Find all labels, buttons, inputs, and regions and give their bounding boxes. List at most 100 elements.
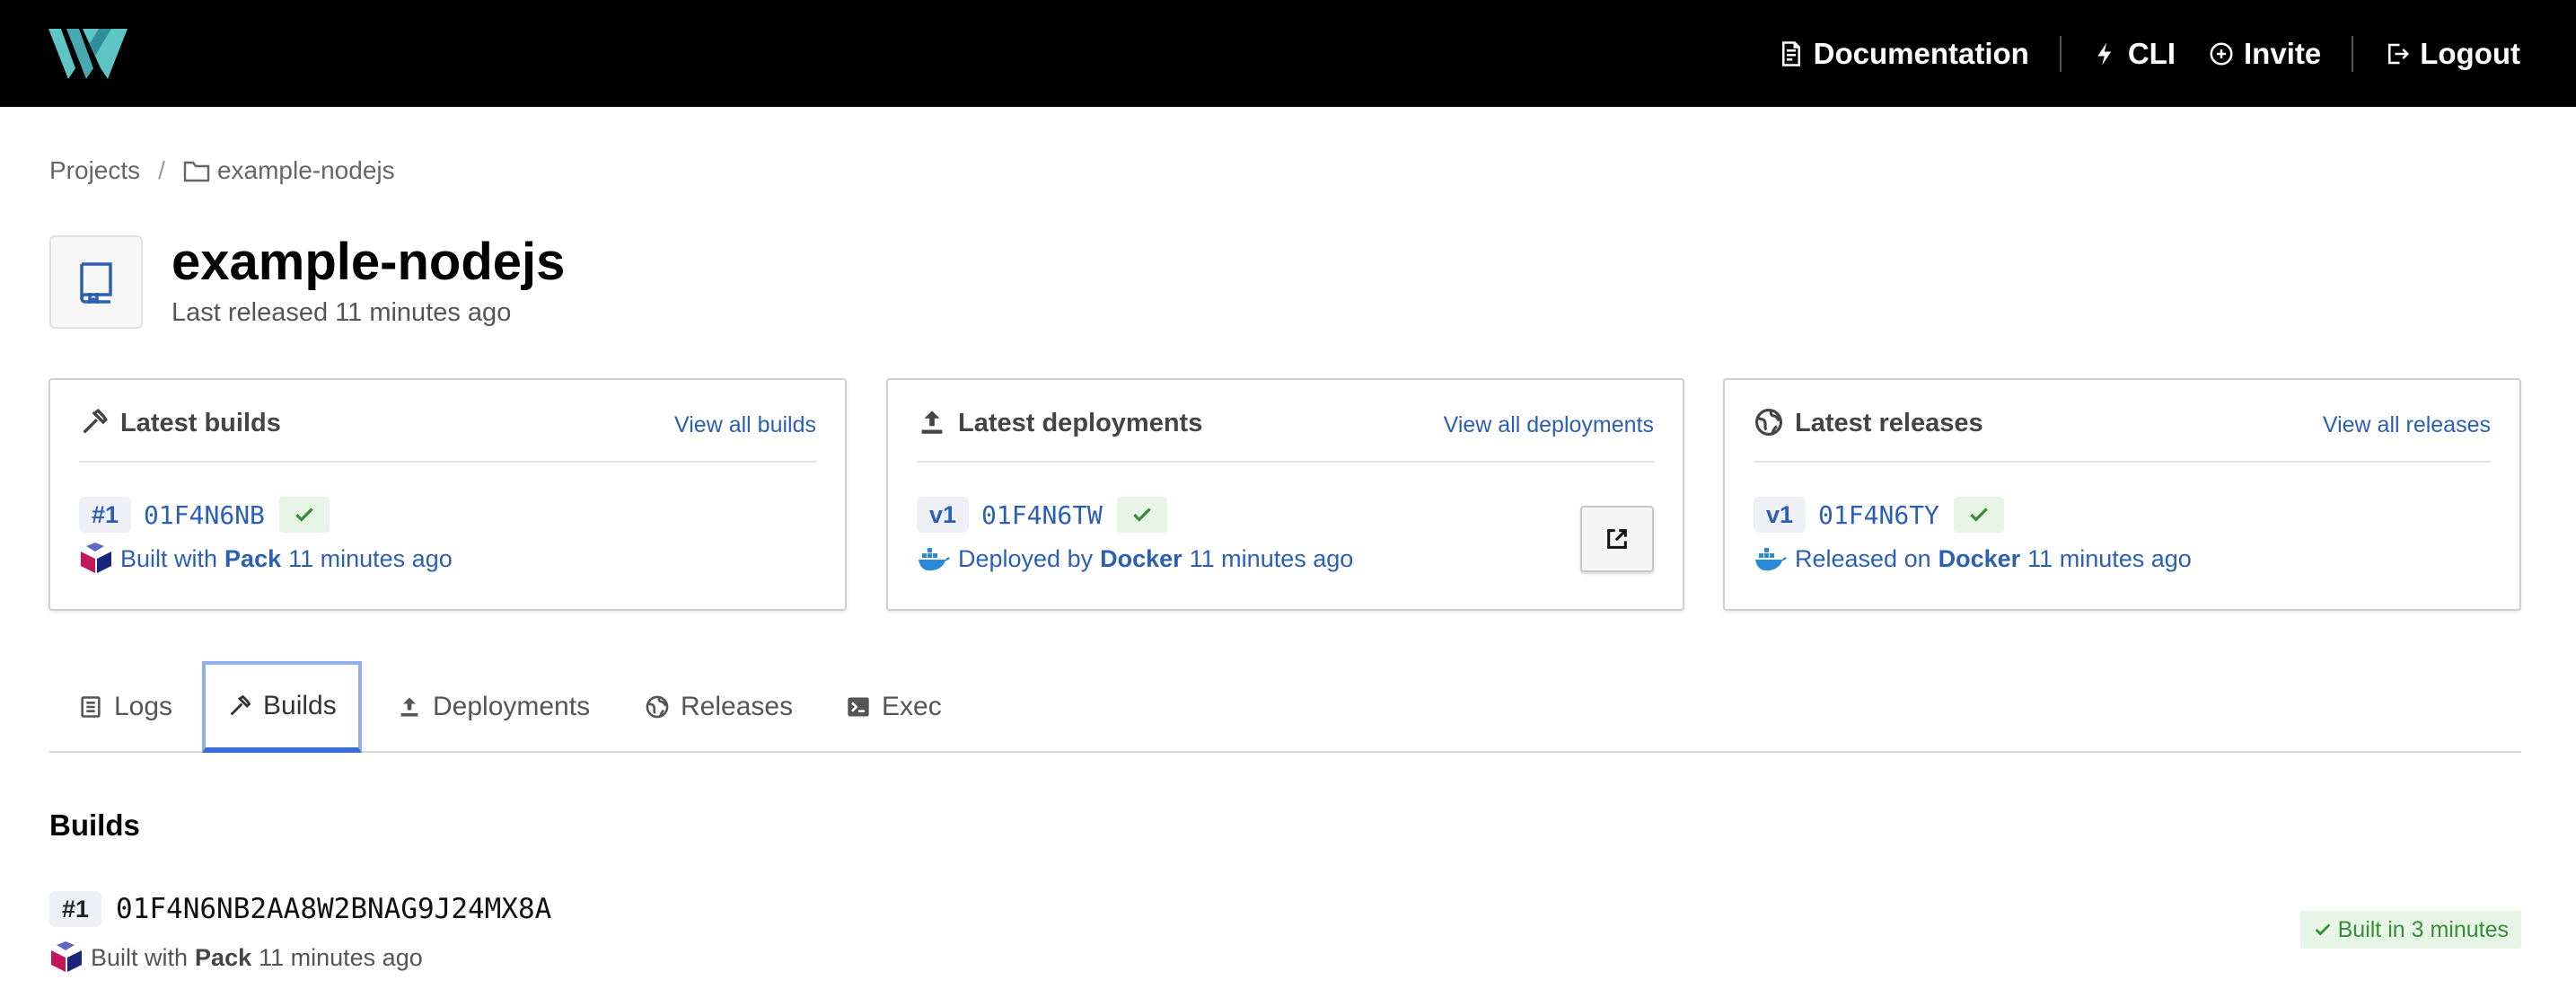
build-hash[interactable]: 01F4N6NB2AA8W2BNAG9J24MX8A bbox=[116, 893, 551, 925]
meta-prefix: Deployed by bbox=[958, 544, 1094, 572]
build-list-item[interactable]: #1 01F4N6NB2AA8W2BNAG9J24MX8A Built with… bbox=[49, 887, 2521, 977]
lightning-icon bbox=[2097, 42, 2112, 65]
tab-label: Deployments bbox=[433, 692, 591, 721]
view-all-builds-link[interactable]: View all builds bbox=[674, 412, 816, 438]
logout-icon bbox=[2388, 43, 2410, 64]
tab-label: Logs bbox=[114, 692, 173, 721]
nav-divider bbox=[2352, 35, 2354, 72]
breadcrumb-projects[interactable]: Projects bbox=[49, 156, 140, 185]
hammer-icon bbox=[83, 409, 108, 434]
builds-section-title: Builds bbox=[49, 808, 140, 842]
deployment-meta: Deployed by Docker 11 minutes ago bbox=[917, 543, 1353, 575]
tab-label: Builds bbox=[263, 691, 337, 720]
nav-divider bbox=[2059, 35, 2062, 72]
docker-icon bbox=[1755, 548, 1787, 571]
meta-time: 11 minutes ago bbox=[259, 943, 423, 971]
release-id[interactable]: 01F4N6TY bbox=[1818, 500, 1939, 530]
check-icon bbox=[295, 508, 313, 522]
last-released-text: Last released 11 minutes ago bbox=[171, 298, 512, 327]
breadcrumb-separator: / bbox=[158, 156, 165, 184]
meta-tool: Docker bbox=[1100, 544, 1182, 572]
card-header: Latest releases View all releases bbox=[1754, 405, 2491, 463]
logout-link[interactable]: Logout bbox=[2384, 37, 2520, 71]
documentation-link[interactable]: Documentation bbox=[1778, 37, 2029, 71]
external-link-icon bbox=[1607, 529, 1627, 549]
waypoint-logo-icon[interactable] bbox=[48, 29, 127, 79]
top-navbar: Documentation CLI Invite Logout bbox=[0, 0, 2576, 107]
build-id-row[interactable]: #1 01F4N6NB bbox=[79, 496, 330, 534]
tab-label: Releases bbox=[681, 692, 794, 721]
meta-time: 11 minutes ago bbox=[2027, 544, 2192, 572]
latest-releases-card: Latest releases View all releases v1 01F… bbox=[1723, 378, 2521, 611]
tab-exec[interactable]: Exec bbox=[846, 661, 942, 753]
release-version-badge: v1 bbox=[1754, 497, 1807, 533]
deployment-id-row[interactable]: v1 01F4N6TW bbox=[917, 496, 1167, 534]
docker-icon bbox=[919, 548, 950, 571]
check-icon bbox=[1970, 508, 1988, 522]
build-meta: Built with Pack 11 minutes ago bbox=[79, 543, 453, 575]
globe-icon bbox=[646, 695, 669, 719]
build-id[interactable]: 01F4N6NB bbox=[144, 500, 265, 530]
card-header: Latest deployments View all deployments bbox=[917, 405, 1654, 463]
invite-label: Invite bbox=[2244, 36, 2322, 70]
meta-tool: Docker bbox=[1938, 544, 2021, 572]
meta-tool: Pack bbox=[195, 943, 252, 971]
success-check bbox=[278, 497, 330, 533]
build-number-badge: #1 bbox=[79, 497, 132, 533]
plus-circle-icon bbox=[2210, 42, 2233, 65]
meta-time: 11 minutes ago bbox=[1189, 544, 1354, 572]
logout-label: Logout bbox=[2420, 36, 2520, 70]
meta-prefix: Built with bbox=[91, 943, 189, 971]
upload-icon bbox=[921, 411, 943, 434]
pack-logo-icon bbox=[51, 941, 82, 972]
globe-icon bbox=[1754, 408, 1783, 437]
card-title: Latest deployments bbox=[958, 409, 1203, 437]
page-title: example-nodejs bbox=[171, 233, 566, 291]
view-all-releases-link[interactable]: View all releases bbox=[2323, 412, 2491, 438]
build-id-line: #1 01F4N6NB2AA8W2BNAG9J24MX8A bbox=[49, 891, 551, 927]
release-id-row[interactable]: v1 01F4N6TY bbox=[1754, 496, 2004, 534]
open-deployment-button[interactable] bbox=[1580, 506, 1654, 572]
terminal-icon bbox=[848, 697, 869, 717]
check-icon bbox=[1133, 508, 1151, 522]
breadcrumb: Projects / example-nodejs bbox=[49, 156, 395, 185]
latest-builds-card: Latest builds View all builds #1 01F4N6N… bbox=[48, 378, 847, 611]
card-title: Latest releases bbox=[1795, 409, 1983, 437]
check-icon bbox=[2315, 923, 2330, 936]
document-icon bbox=[1781, 40, 1800, 66]
cli-link[interactable]: CLI bbox=[2092, 37, 2176, 71]
deployment-version-badge: v1 bbox=[917, 497, 970, 533]
tab-deployments[interactable]: Deployments bbox=[397, 661, 590, 753]
list-document-icon bbox=[81, 696, 101, 718]
breadcrumb-current[interactable]: example-nodejs bbox=[217, 156, 395, 185]
folder-icon bbox=[183, 161, 210, 182]
success-check bbox=[1116, 497, 1167, 533]
card-header: Latest builds View all builds bbox=[79, 405, 816, 463]
hammer-icon bbox=[230, 694, 251, 716]
latest-deployments-card: Latest deployments View all deployments … bbox=[886, 378, 1684, 611]
project-icon-box bbox=[49, 235, 143, 329]
invite-link[interactable]: Invite bbox=[2208, 37, 2321, 71]
meta-prefix: Released on bbox=[1795, 544, 1931, 572]
status-badge: Built in 3 minutes bbox=[2299, 911, 2521, 949]
book-icon bbox=[80, 262, 112, 304]
success-check bbox=[1953, 497, 2004, 533]
meta-tool: Pack bbox=[224, 544, 282, 572]
build-meta: Built with Pack 11 minutes ago bbox=[49, 941, 423, 974]
card-title: Latest builds bbox=[120, 409, 281, 437]
status-text: Built in 3 minutes bbox=[2337, 916, 2509, 942]
top-nav-links: Documentation CLI Invite Logout bbox=[1778, 0, 2520, 107]
meta-prefix: Built with bbox=[120, 544, 218, 572]
cli-label: CLI bbox=[2127, 36, 2176, 70]
release-meta: Released on Docker 11 minutes ago bbox=[1754, 543, 2192, 575]
view-all-deployments-link[interactable]: View all deployments bbox=[1444, 412, 1654, 438]
deployment-id[interactable]: 01F4N6TW bbox=[981, 500, 1103, 530]
project-tabs: Logs Builds Deployments Releases Exec bbox=[49, 661, 2521, 753]
tab-builds[interactable]: Builds bbox=[202, 661, 362, 753]
tab-logs[interactable]: Logs bbox=[78, 661, 172, 753]
upload-icon bbox=[400, 697, 418, 717]
documentation-label: Documentation bbox=[1813, 36, 2029, 70]
tab-releases[interactable]: Releases bbox=[645, 661, 793, 753]
build-number-badge: #1 bbox=[49, 891, 102, 927]
pack-logo-icon bbox=[81, 543, 111, 573]
